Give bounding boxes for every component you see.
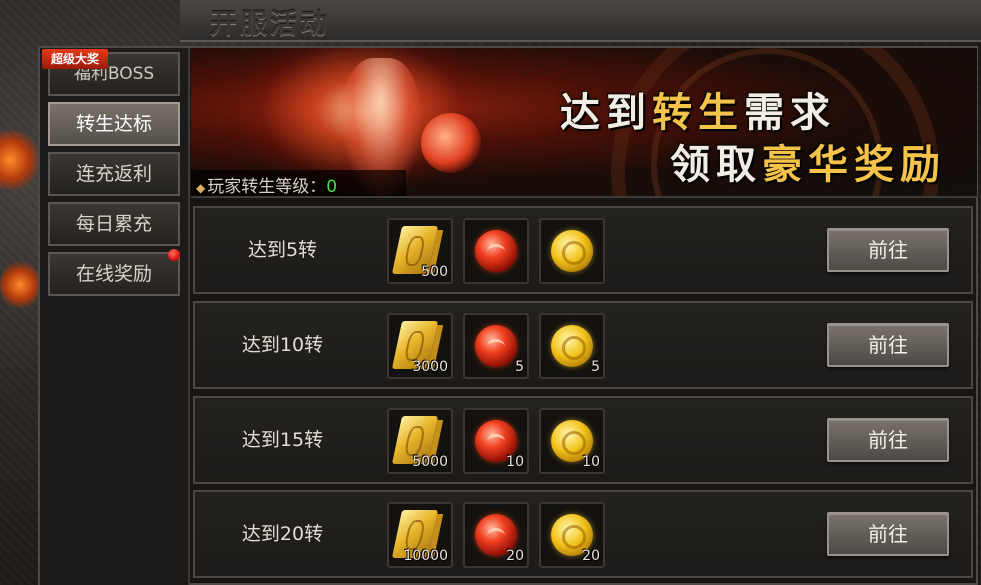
reward-slot[interactable]: 5	[539, 313, 605, 379]
red-orb-icon	[475, 325, 517, 367]
reward-slot[interactable]: 5	[463, 313, 529, 379]
reward-count: 20	[582, 548, 600, 564]
tab-online-reward[interactable]: 在线奖励	[48, 252, 180, 296]
row-requirement: 达到20转	[241, 523, 324, 545]
reward-slot[interactable]: 20	[463, 502, 529, 568]
reward-row: 达到15转 5000 10 10 前往	[193, 396, 973, 484]
go-button[interactable]: 前往	[827, 418, 949, 462]
reward-count: 10	[506, 454, 524, 470]
red-orb-icon	[475, 230, 517, 272]
reward-slot[interactable]: 10	[463, 408, 529, 474]
reward-count: 10000	[403, 548, 448, 564]
reward-count: 500	[421, 264, 448, 280]
go-button[interactable]: 前往	[827, 228, 949, 272]
reward-slot[interactable]	[463, 218, 529, 284]
reward-slot[interactable]: 3000	[387, 313, 453, 379]
tab-rebirth-goal[interactable]: 转生达标	[48, 102, 180, 146]
page-title: 开服活动	[210, 9, 330, 40]
reward-slot[interactable]: 500	[387, 218, 453, 284]
reward-count: 5000	[412, 454, 448, 470]
reward-count: 20	[506, 548, 524, 564]
reward-count: 5	[591, 359, 600, 375]
tab-recharge-rebate[interactable]: 连充返利	[48, 152, 180, 196]
ember-decoration	[0, 260, 40, 310]
go-button[interactable]: 前往	[827, 323, 949, 367]
rebirth-level-readout: ◆ 玩家转生等级：0	[196, 177, 338, 197]
reward-slot[interactable]	[539, 218, 605, 284]
notification-dot	[168, 249, 180, 261]
reward-slot[interactable]: 5000	[387, 408, 453, 474]
reward-row: 达到10转 3000 5 5 前往	[193, 301, 973, 389]
reward-slot[interactable]: 20	[539, 502, 605, 568]
gold-coin-icon	[551, 325, 593, 367]
reward-count: 3000	[412, 359, 448, 375]
rebirth-level-value: 0	[326, 177, 338, 197]
hero-fire-orb	[421, 113, 481, 173]
go-button[interactable]: 前往	[827, 512, 949, 556]
reward-row: 达到5转 500 前往	[193, 206, 973, 294]
reward-count: 5	[515, 359, 524, 375]
banner-slogan-line2: 领取豪华奖励	[670, 141, 946, 188]
diamond-icon: ◆	[196, 181, 206, 195]
gold-coin-icon	[551, 230, 593, 272]
reward-count: 10	[582, 454, 600, 470]
row-requirement: 达到10转	[241, 334, 324, 356]
banner-slogan-line1: 达到转生需求	[560, 89, 836, 136]
row-requirement: 达到5转	[247, 239, 318, 261]
super-prize-badge: 超级大奖	[42, 49, 108, 69]
reward-slot[interactable]: 10000	[387, 502, 453, 568]
reward-slot[interactable]: 10	[539, 408, 605, 474]
row-requirement: 达到15转	[241, 429, 324, 451]
reward-row: 达到20转 10000 20 20 前往	[193, 490, 973, 578]
tab-daily-recharge[interactable]: 每日累充	[48, 202, 180, 246]
